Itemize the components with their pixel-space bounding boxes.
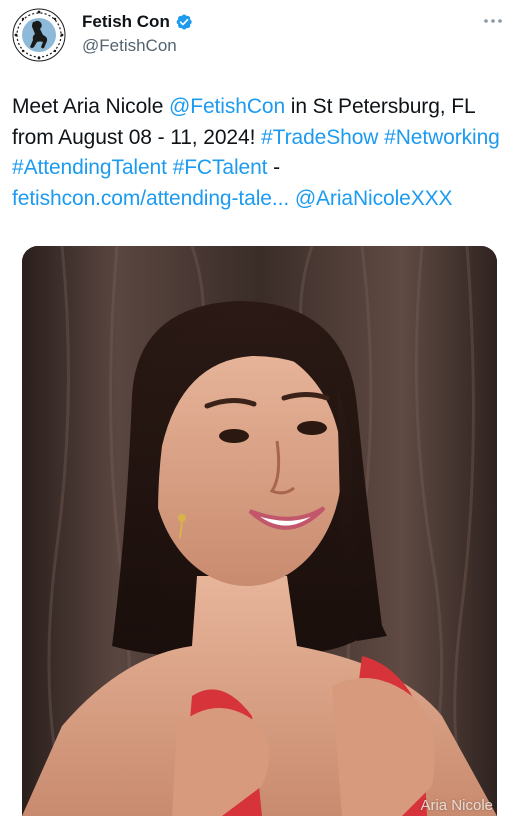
hashtag-link[interactable]: #AttendingTalent — [12, 156, 167, 179]
display-name[interactable]: Fetish Con — [82, 12, 170, 32]
hashtag-link[interactable]: #Networking — [384, 126, 500, 149]
more-horizontal-icon[interactable] — [483, 16, 503, 26]
tweet: Fetish Con @FetishCon Meet Aria Nicole @… — [0, 0, 519, 816]
hashtag-link[interactable]: #FCTalent — [173, 156, 268, 179]
tweet-media[interactable]: Aria Nicole — [22, 246, 497, 816]
tweet-text-segment: - — [267, 156, 281, 179]
author-info: Fetish Con @FetishCon — [82, 11, 193, 56]
display-name-row: Fetish Con — [82, 11, 193, 33]
verified-badge-icon — [176, 14, 192, 30]
mention-link[interactable]: @AriaNicoleXXX — [295, 187, 453, 210]
hashtag-link[interactable]: #TradeShow — [261, 126, 378, 149]
mention-link[interactable]: @FetishCon — [169, 95, 285, 118]
avatar[interactable] — [12, 8, 66, 62]
tweet-text-segment: Meet Aria Nicole — [12, 95, 170, 118]
tweet-header: Fetish Con @FetishCon — [12, 8, 507, 64]
url-link[interactable]: fetishcon.com/attending-tale... — [12, 187, 289, 210]
fetishcon-logo-icon — [12, 8, 66, 62]
photo — [22, 246, 497, 816]
handle[interactable]: @FetishCon — [82, 36, 193, 56]
tweet-text: Meet Aria Nicole @FetishCon in St Peters… — [12, 92, 507, 214]
